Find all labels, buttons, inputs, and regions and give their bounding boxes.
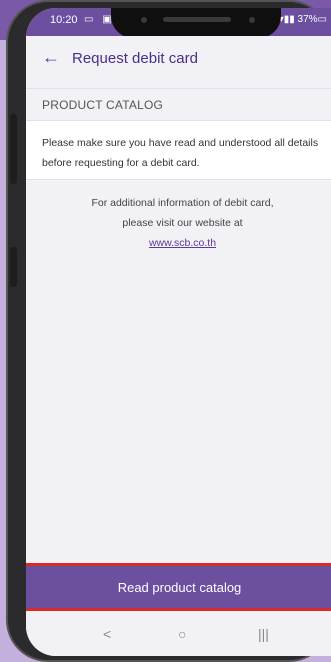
notice-text: Please make sure you have read and under… <box>26 120 331 180</box>
phone-frame: 10:20 ▭ ▣ ▾▮▮ 37%▭ ← Request debit card … <box>6 0 331 662</box>
screen: 10:20 ▭ ▣ ▾▮▮ 37%▭ ← Request debit card … <box>26 8 331 656</box>
highlight-box: Read product catalog <box>26 563 331 611</box>
info-block: For additional information of debit card… <box>26 193 331 253</box>
status-time: 10:20 <box>50 14 78 26</box>
page-title: Request debit card <box>72 50 198 67</box>
nav-back-icon[interactable]: < <box>103 626 111 642</box>
sensor-icon <box>141 17 147 23</box>
website-link[interactable]: www.scb.co.th <box>26 233 331 253</box>
volume-button <box>10 114 17 184</box>
battery-signal-icons: ▾▮▮ 37%▭ <box>278 14 327 25</box>
back-arrow-icon[interactable]: ← <box>42 47 60 68</box>
system-nav-bar: < ○ ||| <box>26 614 331 656</box>
info-line-1: For additional information of debit card… <box>91 197 274 209</box>
section-header: PRODUCT CATALOG <box>26 88 331 118</box>
read-product-catalog-button[interactable]: Read product catalog <box>26 566 331 608</box>
camera-notch <box>111 8 281 38</box>
camera-icon <box>249 17 255 23</box>
power-button <box>10 247 17 287</box>
speaker-grille <box>163 17 231 22</box>
app-bar: ← Request debit card <box>26 36 331 82</box>
info-line-2: please visit our website at <box>122 217 243 229</box>
nav-recents-icon[interactable]: ||| <box>258 626 269 642</box>
nav-home-icon[interactable]: ○ <box>178 626 186 642</box>
button-label: Read product catalog <box>117 579 242 595</box>
